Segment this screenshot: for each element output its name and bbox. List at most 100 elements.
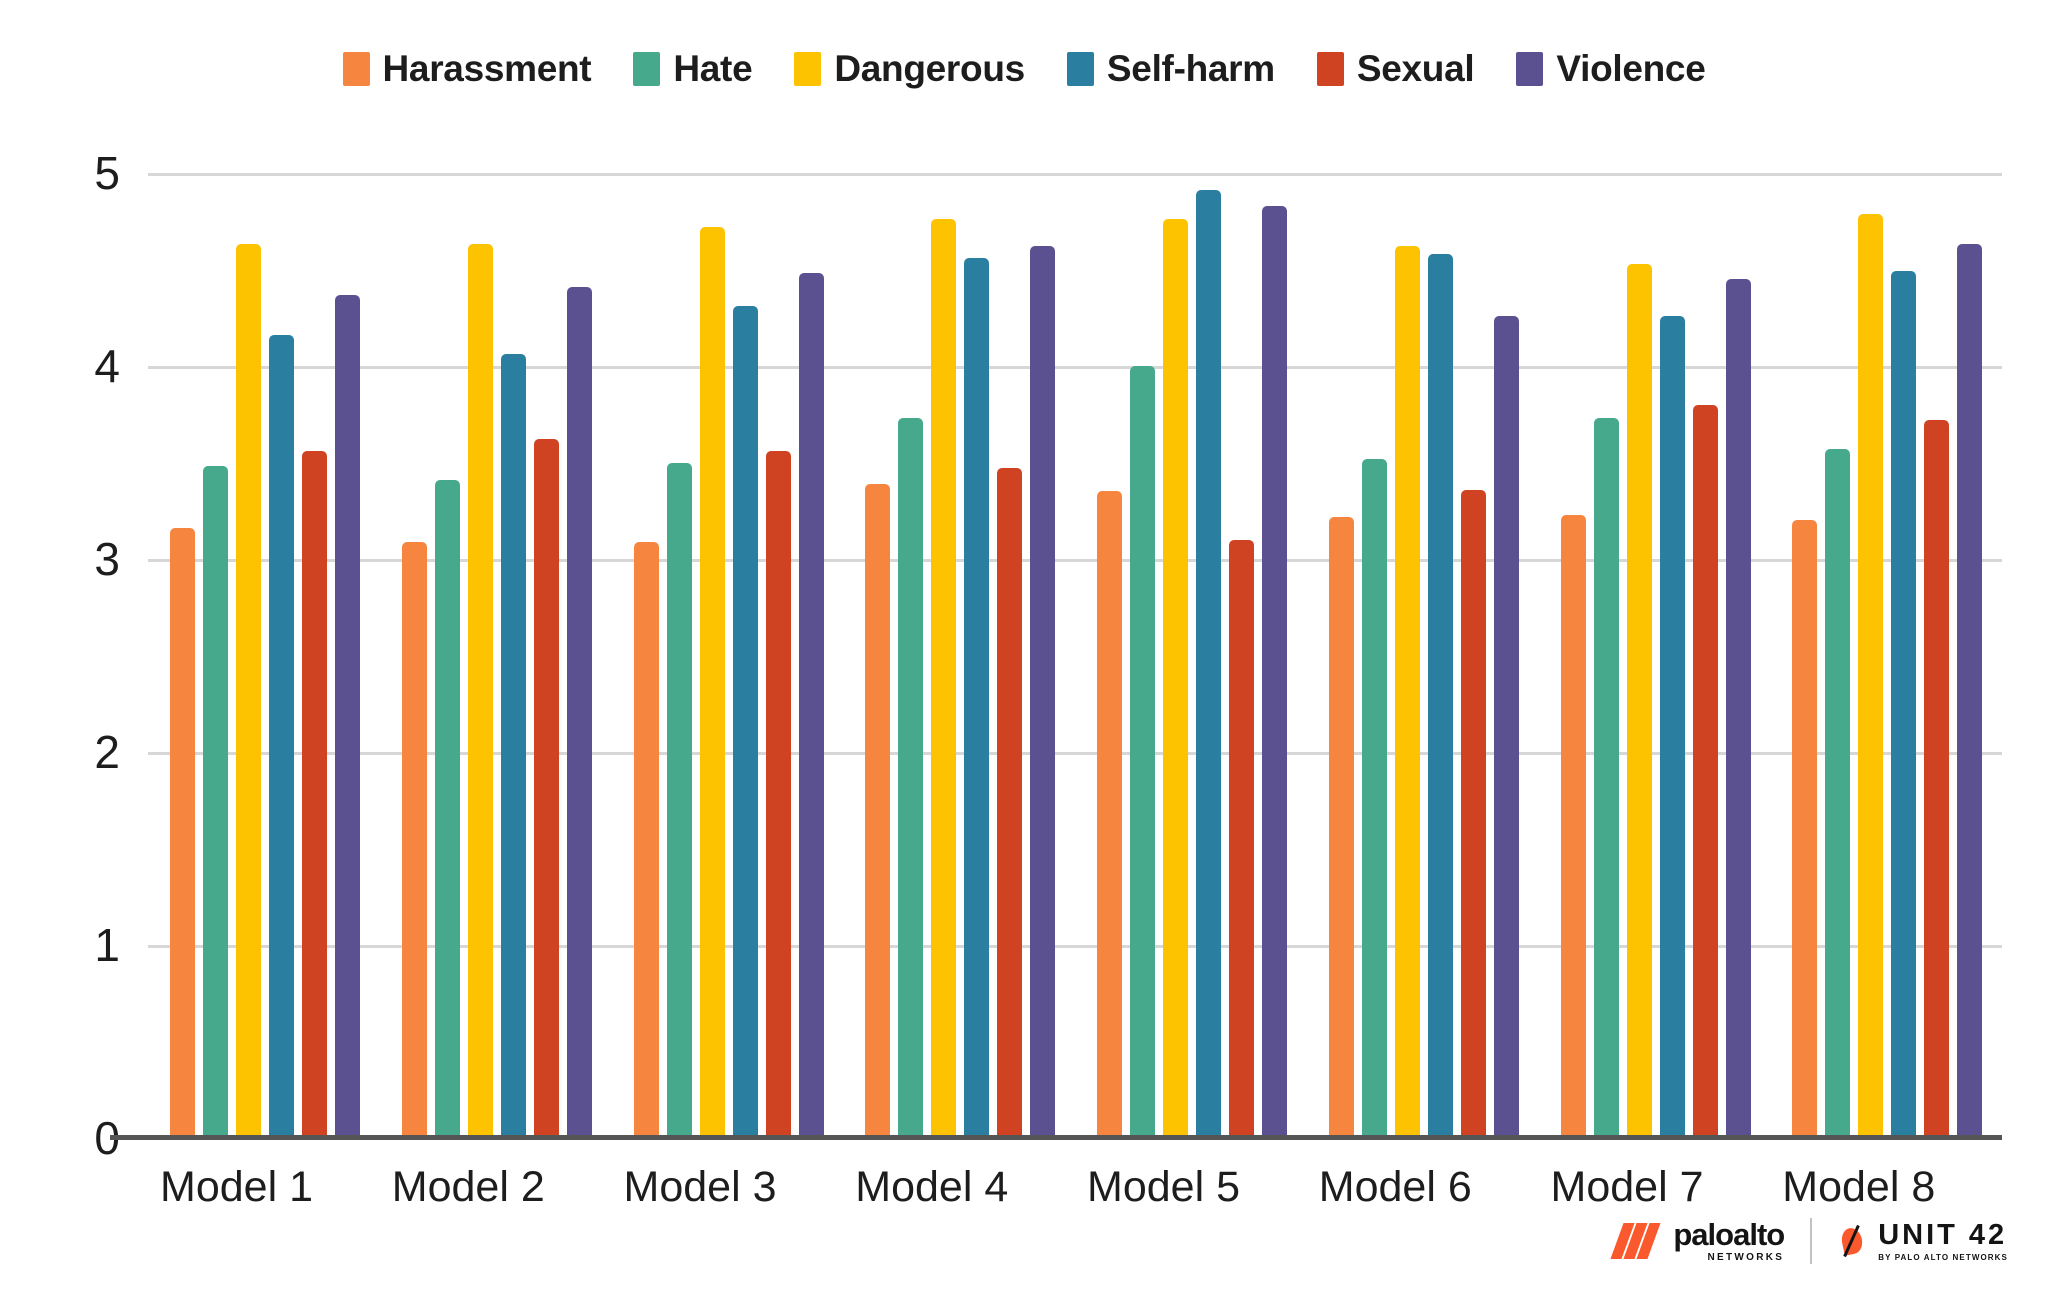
bar[interactable] bbox=[1659, 315, 1685, 1138]
x-axis-tick-label: Model 1 bbox=[160, 1163, 313, 1211]
logo-divider bbox=[1810, 1218, 1813, 1264]
bar[interactable] bbox=[434, 479, 460, 1138]
bar[interactable] bbox=[1825, 449, 1851, 1138]
legend-swatch-icon bbox=[1316, 51, 1344, 86]
bar[interactable] bbox=[1626, 263, 1652, 1138]
bar[interactable] bbox=[898, 418, 924, 1138]
legend-label: Hate bbox=[673, 48, 753, 89]
chart-plot-area: 543210 Model 1 Model 2 Model 3 Model 4 Model… bbox=[94, 150, 2002, 1209]
bar[interactable] bbox=[997, 468, 1023, 1138]
bar[interactable] bbox=[500, 354, 526, 1138]
paloalto-mark-icon bbox=[1610, 1223, 1663, 1259]
bar[interactable] bbox=[666, 462, 692, 1138]
bar[interactable] bbox=[1361, 458, 1387, 1138]
bar[interactable] bbox=[1427, 254, 1453, 1138]
legend-swatch-icon bbox=[794, 51, 822, 86]
paloalto-name: paloalto bbox=[1673, 1217, 1785, 1252]
bar[interactable] bbox=[1229, 539, 1254, 1138]
bar[interactable] bbox=[1030, 246, 1056, 1138]
unit42-logo: UNIT 42 BY PALO ALTO NETWORKS bbox=[1838, 1218, 2008, 1262]
paloalto-wordmark: paloalto NETWORKS bbox=[1673, 1217, 1785, 1263]
unit42-mark-icon bbox=[1838, 1224, 1868, 1258]
bar[interactable] bbox=[236, 244, 261, 1138]
bar[interactable] bbox=[1858, 213, 1884, 1138]
chart-legend: Harassment Hate Dangerous Self-harm Sexual Vi… bbox=[0, 50, 2048, 87]
x-axis-line bbox=[110, 1135, 2002, 1140]
bar[interactable] bbox=[170, 528, 195, 1138]
x-axis-tick-label: Model 6 bbox=[1318, 1163, 1472, 1211]
legend-item-self-harm[interactable]: Self-harm bbox=[1066, 48, 1275, 89]
bar[interactable] bbox=[865, 483, 891, 1138]
bar[interactable] bbox=[964, 257, 990, 1138]
bar[interactable] bbox=[1924, 420, 1950, 1138]
bar[interactable] bbox=[765, 450, 791, 1138]
bar[interactable] bbox=[533, 439, 559, 1138]
legend-swatch-icon bbox=[633, 51, 661, 86]
legend-label: Violence bbox=[1556, 48, 1706, 89]
bar[interactable] bbox=[1394, 246, 1420, 1138]
x-axis-tick-label: Model 7 bbox=[1550, 1163, 1704, 1211]
bar[interactable] bbox=[1957, 244, 1983, 1138]
bar[interactable] bbox=[633, 541, 659, 1138]
bar-groups: Model 1 Model 2 Model 3 Model 4 Model 5 Model… bbox=[148, 173, 2002, 1209]
legend-item-hate[interactable]: Hate bbox=[633, 48, 753, 89]
bar[interactable] bbox=[335, 294, 360, 1138]
legend-swatch-icon bbox=[1516, 51, 1544, 86]
legend-label: Dangerous bbox=[834, 48, 1025, 89]
bar[interactable] bbox=[1692, 404, 1718, 1138]
bar[interactable] bbox=[401, 541, 427, 1138]
bar[interactable] bbox=[699, 227, 725, 1138]
bar[interactable] bbox=[1792, 520, 1818, 1138]
y-axis-tick-label: 1 bbox=[94, 919, 120, 971]
bar[interactable] bbox=[732, 306, 758, 1138]
legend-label: Self-harm bbox=[1106, 48, 1275, 89]
bar-group-7: Model 7 bbox=[1539, 173, 1771, 1209]
bar-group-6: Model 6 bbox=[1307, 173, 1539, 1209]
bar[interactable] bbox=[1560, 514, 1586, 1138]
bar[interactable] bbox=[1262, 205, 1287, 1138]
legend-swatch-icon bbox=[1066, 51, 1094, 86]
bar-group-1: Model 1 bbox=[148, 173, 380, 1209]
bar[interactable] bbox=[566, 286, 592, 1138]
bar[interactable] bbox=[467, 244, 493, 1138]
bar[interactable] bbox=[1891, 271, 1917, 1138]
x-axis-tick-label: Model 2 bbox=[391, 1163, 545, 1211]
paloalto-logo: paloalto NETWORKS bbox=[1610, 1217, 1785, 1263]
bar[interactable] bbox=[302, 450, 327, 1138]
y-axis-tick-label: 4 bbox=[94, 340, 120, 392]
bar[interactable] bbox=[1725, 279, 1751, 1138]
bar[interactable] bbox=[1163, 219, 1188, 1138]
legend-item-violence[interactable]: Violence bbox=[1516, 48, 1706, 89]
y-axis-tick-label: 2 bbox=[94, 726, 120, 778]
bar[interactable] bbox=[1460, 489, 1486, 1138]
bar[interactable] bbox=[931, 219, 957, 1138]
unit42-subtitle: BY PALO ALTO NETWORKS bbox=[1878, 1252, 2008, 1262]
bar[interactable] bbox=[1328, 516, 1354, 1138]
y-axis-tick-label: 5 bbox=[94, 147, 120, 199]
bar-group-4: Model 4 bbox=[843, 173, 1075, 1209]
x-axis-tick-label: Model 3 bbox=[623, 1163, 777, 1211]
x-axis-tick-label: Model 5 bbox=[1087, 1163, 1240, 1211]
legend-swatch-icon bbox=[342, 51, 370, 86]
bar[interactable] bbox=[203, 466, 228, 1138]
legend-item-harassment[interactable]: Harassment bbox=[342, 50, 592, 87]
bar[interactable] bbox=[1130, 366, 1155, 1138]
bar[interactable] bbox=[269, 335, 294, 1138]
bar-group-2: Model 2 bbox=[380, 173, 612, 1209]
bar[interactable] bbox=[1097, 491, 1122, 1138]
bar-group-5: Model 5 bbox=[1075, 173, 1307, 1209]
x-axis-tick-label: Model 8 bbox=[1782, 1163, 1936, 1211]
unit42-name: UNIT 42 bbox=[1878, 1218, 2008, 1251]
bar-group-3: Model 3 bbox=[612, 173, 844, 1209]
x-axis-tick-label: Model 4 bbox=[855, 1163, 1009, 1211]
legend-label: Sexual bbox=[1356, 48, 1475, 89]
bar[interactable] bbox=[1493, 315, 1519, 1138]
bar[interactable] bbox=[1196, 190, 1221, 1138]
legend-item-sexual[interactable]: Sexual bbox=[1316, 48, 1475, 89]
y-axis-tick-label: 3 bbox=[94, 533, 120, 585]
bar[interactable] bbox=[798, 273, 824, 1138]
unit42-wordmark: UNIT 42 BY PALO ALTO NETWORKS bbox=[1878, 1218, 2008, 1262]
legend-item-dangerous[interactable]: Dangerous bbox=[794, 50, 1025, 87]
paloalto-subtitle: NETWORKS bbox=[1707, 1252, 1785, 1263]
bar[interactable] bbox=[1593, 418, 1619, 1138]
